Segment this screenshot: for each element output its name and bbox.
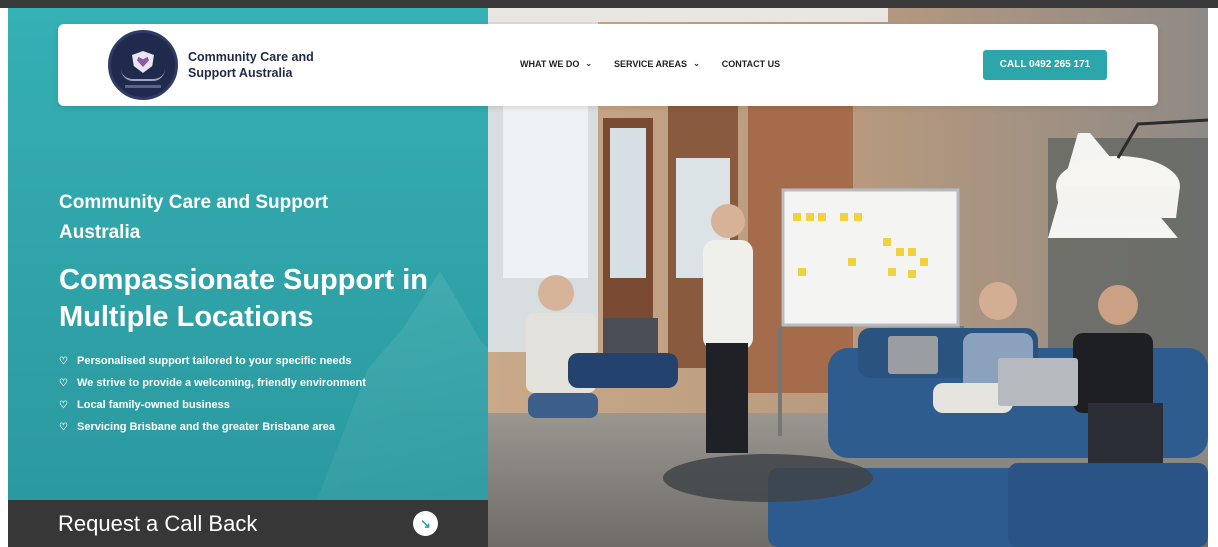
request-callback-label: Request a Call Back bbox=[58, 511, 258, 536]
main-nav: WHAT WE DO ⌄ SERVICE AREAS ⌄ CONTACT US bbox=[520, 59, 780, 69]
list-item: ♡ We strive to provide a welcoming, frie… bbox=[59, 372, 366, 394]
logo-caption-strip bbox=[125, 85, 161, 88]
brand-name-line1: Community Care and bbox=[188, 50, 314, 64]
brand-name[interactable]: Community Care and Support Australia bbox=[188, 49, 348, 81]
nav-what-we-do-label: WHAT WE DO bbox=[520, 59, 580, 69]
handshake-icon: ♡ bbox=[59, 377, 68, 389]
nav-service-areas-label: SERVICE AREAS bbox=[614, 59, 688, 69]
handshake-icon: ♡ bbox=[59, 421, 68, 433]
handshake-icon: ♡ bbox=[59, 355, 68, 367]
nav-service-areas[interactable]: SERVICE AREAS ⌄ bbox=[614, 59, 700, 69]
left-page-edge bbox=[0, 8, 8, 547]
feature-text: Servicing Brisbane and the greater Brisb… bbox=[77, 421, 335, 433]
request-callback-bar[interactable]: Request a Call Back ↘ bbox=[8, 500, 488, 547]
feature-text: Personalised support tailored to your sp… bbox=[77, 355, 352, 367]
right-page-edge bbox=[1208, 8, 1218, 547]
hero-subtitle: Community Care and Support Australia bbox=[59, 192, 329, 243]
brand-name-line2: Support Australia bbox=[188, 66, 293, 80]
hero-title: Compassionate Support in Multiple Locati… bbox=[59, 264, 428, 333]
laurel-icon bbox=[121, 69, 165, 81]
list-item: ♡ Servicing Brisbane and the greater Bri… bbox=[59, 416, 366, 438]
logo[interactable] bbox=[108, 30, 178, 100]
nav-contact-us-label: CONTACT US bbox=[721, 59, 781, 69]
list-item: ♡ Personalised support tailored to your … bbox=[59, 350, 366, 372]
feature-text: Local family-owned business bbox=[77, 399, 230, 411]
chevron-down-icon: ⌄ bbox=[693, 59, 700, 68]
arrow-down-right-icon[interactable]: ↘ bbox=[413, 511, 438, 536]
feature-text: We strive to provide a welcoming, friend… bbox=[77, 377, 366, 389]
feature-list: ♡ Personalised support tailored to your … bbox=[59, 350, 366, 438]
header-navbar: Community Care and Support Australia WHA… bbox=[58, 24, 1158, 106]
chevron-down-icon: ⌄ bbox=[585, 59, 593, 68]
handshake-icon: ♡ bbox=[59, 399, 68, 411]
call-button[interactable]: CALL 0492 265 171 bbox=[983, 50, 1107, 80]
nav-contact-us[interactable]: CONTACT US bbox=[722, 59, 780, 69]
list-item: ♡ Local family-owned business bbox=[59, 394, 366, 416]
top-bar bbox=[0, 0, 1218, 8]
nav-what-we-do[interactable]: WHAT WE DO ⌄ bbox=[520, 59, 592, 69]
